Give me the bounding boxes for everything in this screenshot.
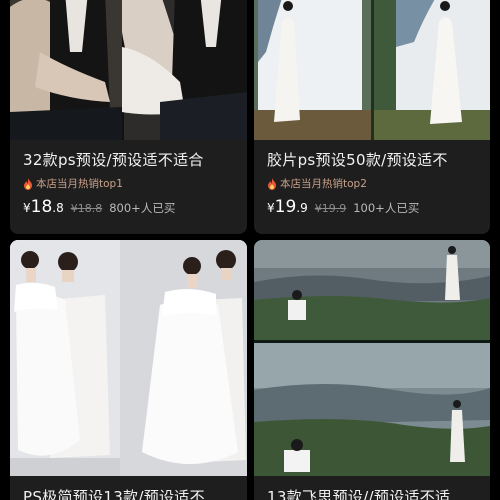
fire-icon xyxy=(24,177,32,190)
product-thumbnail[interactable] xyxy=(254,0,490,140)
original-price: ¥18.8 xyxy=(70,202,103,215)
product-title[interactable]: 32款ps预设/预设适不适合 xyxy=(23,149,234,171)
hot-sale-tag: 本店当月热销top1 xyxy=(23,176,234,191)
product-title[interactable]: 13款飞思预设//预设适不适 xyxy=(267,486,477,500)
sold-count: 800+人已买 xyxy=(109,201,176,215)
price-row: ¥18.8 ¥18.8 800+人已买 xyxy=(23,197,234,217)
product-info: PS极简预设13款/预设适不 xyxy=(10,486,247,500)
product-card[interactable]: 13款飞思预设//预设适不适 xyxy=(254,240,490,500)
product-thumbnail[interactable] xyxy=(254,240,490,476)
hot-sale-text: 本店当月热销top1 xyxy=(36,178,123,190)
current-price: ¥19.9 xyxy=(267,197,308,217)
wedding-couple-photo xyxy=(10,0,247,140)
price-row: ¥19.9 ¥19.9 100+人已买 xyxy=(267,197,477,217)
studio-wedding-photo xyxy=(10,240,247,476)
product-title[interactable]: 胶片ps预设50款/预设适不 xyxy=(267,149,477,171)
hillside-couple-photo xyxy=(254,240,490,476)
product-thumbnail[interactable] xyxy=(10,240,247,476)
product-card[interactable]: 胶片ps预设50款/预设适不 本店当月热销top2 ¥19.9 ¥19.9 10… xyxy=(254,0,490,234)
fire-icon xyxy=(268,177,276,190)
bride-outdoor-photo xyxy=(254,0,490,140)
product-info: 32款ps预设/预设适不适合 本店当月热销top1 ¥18.8 ¥18.8 80… xyxy=(10,149,247,217)
product-card[interactable]: 32款ps预设/预设适不适合 本店当月热销top1 ¥18.8 ¥18.8 80… xyxy=(10,0,247,234)
hot-sale-tag: 本店当月热销top2 xyxy=(267,176,477,191)
product-info: 胶片ps预设50款/预设适不 本店当月热销top2 ¥19.9 ¥19.9 10… xyxy=(254,149,490,217)
sold-count: 100+人已买 xyxy=(353,201,420,215)
original-price: ¥19.9 xyxy=(314,202,347,215)
product-grid: 32款ps预设/预设适不适合 本店当月热销top1 ¥18.8 ¥18.8 80… xyxy=(0,0,500,500)
current-price: ¥18.8 xyxy=(23,197,64,217)
product-title[interactable]: PS极简预设13款/预设适不 xyxy=(23,486,234,500)
product-card[interactable]: PS极简预设13款/预设适不 xyxy=(10,240,247,500)
hot-sale-text: 本店当月热销top2 xyxy=(280,178,367,190)
product-info: 13款飞思预设//预设适不适 xyxy=(254,486,490,500)
product-thumbnail[interactable] xyxy=(10,0,247,140)
